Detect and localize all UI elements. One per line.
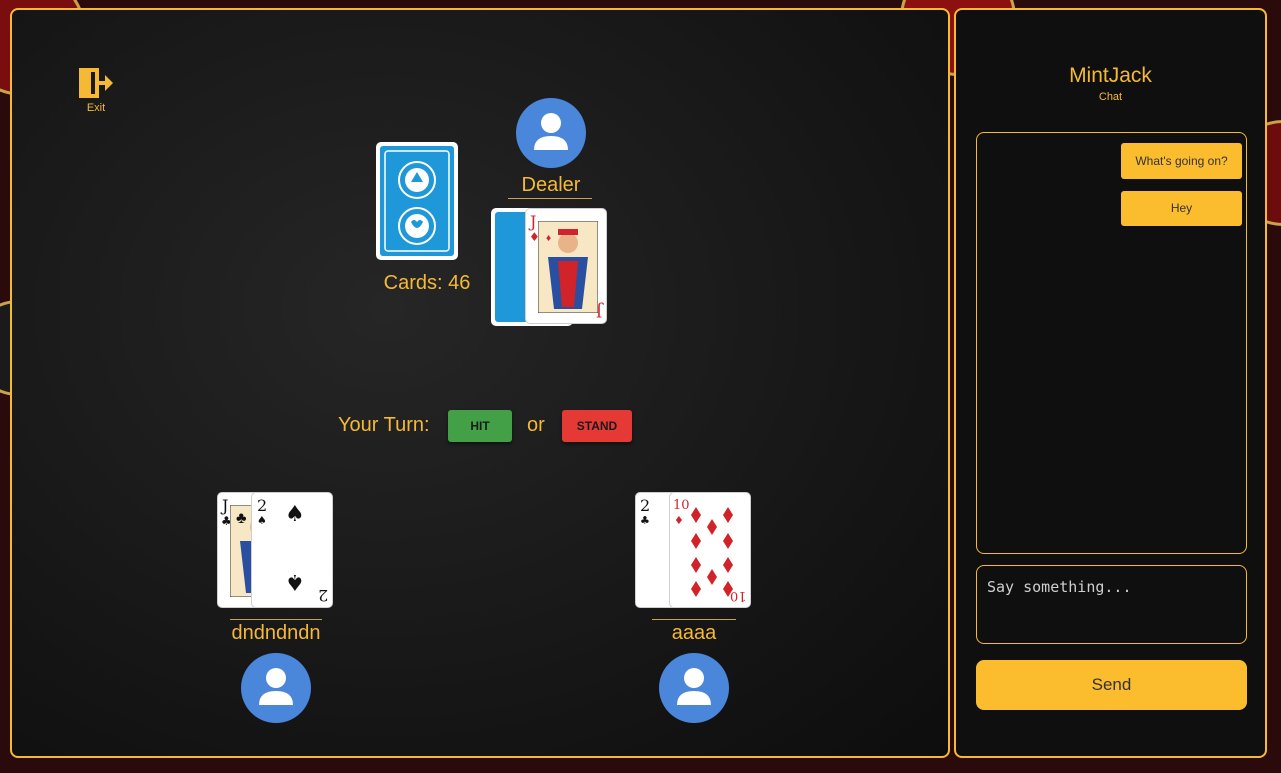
hit-button[interactable]: HIT: [448, 410, 512, 442]
exit-button[interactable]: Exit: [76, 66, 116, 114]
card-rank: J: [530, 212, 537, 231]
game-table: Exit Cards: 46 Dealer J ♦ ♦ J Your Turn:…: [10, 8, 950, 758]
user-avatar-icon: [259, 668, 293, 705]
player-avatar: [241, 653, 311, 723]
chat-title: MintJack: [1069, 64, 1152, 87]
player-name-divider: [652, 619, 736, 620]
chat-subtitle: Chat: [1098, 91, 1123, 103]
card-suit: ♣: [640, 514, 650, 527]
dealer-name: Dealer: [521, 174, 581, 196]
card-rank: 2: [640, 496, 651, 515]
chat-message: What's going on?: [1121, 143, 1242, 179]
send-button[interactable]: Send: [976, 660, 1247, 710]
player-card-ten-diamonds: 10 ♦ 10: [669, 492, 751, 608]
chat-messages[interactable]: What's going on? Hey: [976, 132, 1247, 554]
exit-door-icon: [79, 68, 113, 98]
chat-message: Hey: [1121, 191, 1242, 226]
dealer-card-jack-diamonds: J ♦ ♦ J: [525, 208, 607, 324]
card-suit: ♦: [674, 514, 684, 527]
svg-text:♣: ♣: [236, 510, 247, 527]
player-card-two-spades: 2 ♠ ♠ ♠ 2: [251, 492, 333, 608]
card-suit: ♠: [257, 514, 267, 527]
dealer-name-divider: [508, 198, 592, 199]
turn-label: Your Turn:: [338, 414, 430, 436]
exit-label: Exit: [86, 102, 106, 114]
player-name-divider: [230, 619, 322, 620]
player-name: aaaa: [671, 622, 717, 644]
card-rank-bottom: J: [595, 302, 602, 321]
stand-button[interactable]: STAND: [562, 410, 632, 442]
jack-face-icon: ♦: [538, 221, 598, 313]
card-pip: ♠: [285, 569, 305, 594]
svg-text:♦: ♦: [546, 233, 551, 244]
user-avatar-icon: [677, 668, 711, 705]
chat-input[interactable]: [976, 565, 1247, 644]
dealer-avatar: [516, 98, 586, 168]
player-avatar: [659, 653, 729, 723]
card-rank-bottom: 10: [730, 588, 747, 603]
card-rank-bottom: 2: [317, 586, 328, 605]
card-pip: ♠: [285, 502, 305, 527]
card-rank: 2: [257, 496, 268, 515]
or-label: or: [527, 414, 545, 436]
card-back-emblem-icon: [384, 150, 450, 252]
user-avatar-icon: [534, 113, 568, 150]
diamond-pips-icon: [691, 507, 733, 597]
chat-panel: MintJack Chat What's going on? Hey Send: [954, 8, 1267, 758]
card-rank: J: [222, 496, 229, 515]
deck-count: Cards: 46: [383, 272, 471, 294]
player-name: dndndndn: [231, 622, 321, 644]
deck-card-back: [376, 142, 458, 260]
